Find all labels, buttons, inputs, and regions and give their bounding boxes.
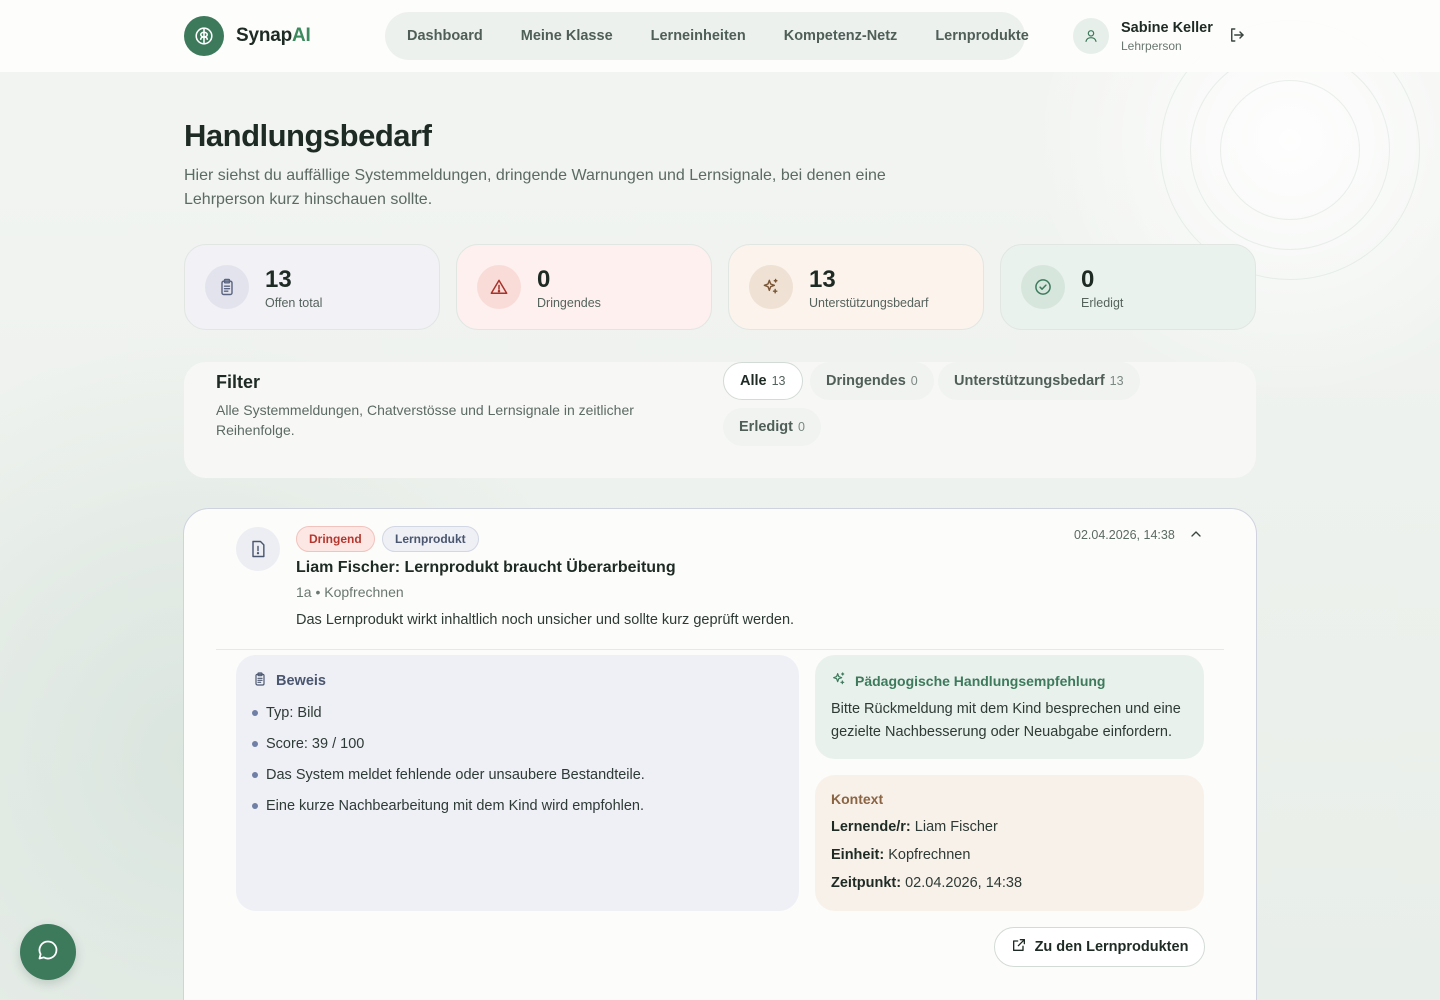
badge-type: Lernprodukt — [382, 526, 479, 552]
stat-label: Unterstützungsbedarf — [809, 295, 929, 310]
alert-document-icon — [236, 527, 280, 571]
stat-label: Offen total — [265, 295, 323, 310]
logout-icon[interactable] — [1228, 26, 1248, 46]
user-name: Sabine Keller — [1121, 19, 1213, 36]
recommendation-text: Bitte Rückmeldung mit dem Kind bespreche… — [831, 701, 1181, 740]
stat-label: Erledigt — [1081, 295, 1124, 310]
clipboard-icon — [205, 265, 249, 309]
item-meta: 1a • Kopfrechnen — [296, 584, 404, 600]
stat-value: 13 — [265, 265, 292, 293]
external-link-icon — [1011, 937, 1027, 957]
proof-heading: Beweis — [276, 673, 326, 689]
context-panel: Kontext Lernende/r: Liam Fischer Einheit… — [815, 775, 1204, 911]
item-timestamp: 02.04.2026, 14:38 — [1074, 528, 1175, 542]
divider — [216, 649, 1224, 650]
context-heading: Kontext — [831, 791, 884, 807]
top-header: SynapAI Dashboard Meine Klasse Lerneinhe… — [0, 0, 1440, 72]
action-item-card: Dringend Lernprodukt 02.04.2026, 14:38 L… — [183, 508, 1257, 1000]
chat-button[interactable] — [20, 924, 76, 980]
recommendation-heading: Pädagogische Handlungsempfehlung — [855, 672, 1106, 689]
clipboard-icon — [252, 671, 268, 691]
chat-bubble-icon — [36, 938, 60, 967]
nav-lernprodukte[interactable]: Lernprodukte — [935, 28, 1028, 44]
nav-dashboard[interactable]: Dashboard — [407, 28, 483, 44]
nav-lerneinheiten[interactable]: Lerneinheiten — [651, 28, 746, 44]
sparkles-icon — [831, 671, 847, 690]
filter-chip-unterstuetzungsbedarf[interactable]: Unterstützungsbedarf 13 — [938, 362, 1140, 400]
list-item: Score: 39 / 100 — [252, 734, 645, 765]
button-label: Zu den Lernprodukten — [1034, 939, 1189, 955]
to-learning-products-button[interactable]: Zu den Lernprodukten — [994, 927, 1205, 967]
item-title: Liam Fischer: Lernprodukt braucht Überar… — [296, 559, 676, 576]
filter-description: Alle Systemmeldungen, Chatverstösse und … — [216, 402, 634, 438]
nav-meine-klasse[interactable]: Meine Klasse — [521, 28, 613, 44]
brand-name: SynapAI — [236, 25, 311, 46]
chevron-up-icon[interactable] — [1188, 526, 1206, 544]
user-profile[interactable]: Sabine Keller Lehrperson — [1073, 18, 1213, 54]
filter-panel: Filter Alle Systemmeldungen, Chatverstös… — [184, 362, 1256, 478]
warning-icon — [477, 265, 521, 309]
list-item: Das System meldet fehlende oder unsauber… — [252, 765, 645, 796]
context-unit: Einheit: Kopfrechnen — [831, 847, 971, 863]
list-item: Typ: Bild — [252, 703, 645, 734]
stat-value: 13 — [809, 265, 836, 293]
filter-chip-alle[interactable]: Alle 13 — [723, 362, 803, 400]
badge-urgent: Dringend — [296, 526, 375, 552]
check-circle-icon — [1021, 265, 1065, 309]
stat-unterstuetzungsbedarf: 13 Unterstützungsbedarf — [728, 244, 984, 330]
page-title: Handlungsbedarf — [184, 118, 432, 153]
sparkles-icon — [749, 265, 793, 309]
recommendation-panel: Pädagogische Handlungsempfehlung Bitte R… — [815, 655, 1204, 759]
brand[interactable]: SynapAI — [184, 16, 311, 56]
stat-dringendes: 0 Dringendes — [456, 244, 712, 330]
item-description: Das Lernprodukt wirkt inhaltlich noch un… — [296, 612, 795, 628]
filter-chip-erledigt[interactable]: Erledigt 0 — [723, 408, 821, 446]
stat-value: 0 — [537, 265, 551, 293]
proof-list: Typ: Bild Score: 39 / 100 Das System mel… — [252, 703, 645, 827]
stat-erledigt: 0 Erledigt — [1000, 244, 1256, 330]
brain-logo-icon — [184, 16, 224, 56]
filter-chip-dringendes[interactable]: Dringendes 0 — [810, 362, 934, 400]
proof-panel: Beweis Typ: Bild Score: 39 / 100 Das Sys… — [236, 655, 799, 911]
stat-label: Dringendes — [537, 295, 601, 310]
stat-offen-total: 13 Offen total — [184, 244, 440, 330]
main-nav: Dashboard Meine Klasse Lerneinheiten Kom… — [385, 12, 1029, 60]
stat-value: 0 — [1081, 265, 1095, 293]
user-role: Lehrperson — [1121, 38, 1182, 53]
main-content: Handlungsbedarf Hier siehst du auffällig… — [0, 0, 1440, 1000]
context-learner: Lernende/r: Liam Fischer — [831, 819, 998, 835]
filter-title: Filter — [216, 372, 261, 392]
context-time: Zeitpunkt: 02.04.2026, 14:38 — [831, 875, 1023, 891]
list-item: Eine kurze Nachbearbeitung mit dem Kind … — [252, 796, 645, 827]
page-subtitle: Hier siehst du auffällige Systemmeldunge… — [184, 167, 886, 208]
nav-kompetenz-netz[interactable]: Kompetenz-Netz — [784, 28, 898, 44]
user-avatar-icon — [1073, 18, 1109, 54]
